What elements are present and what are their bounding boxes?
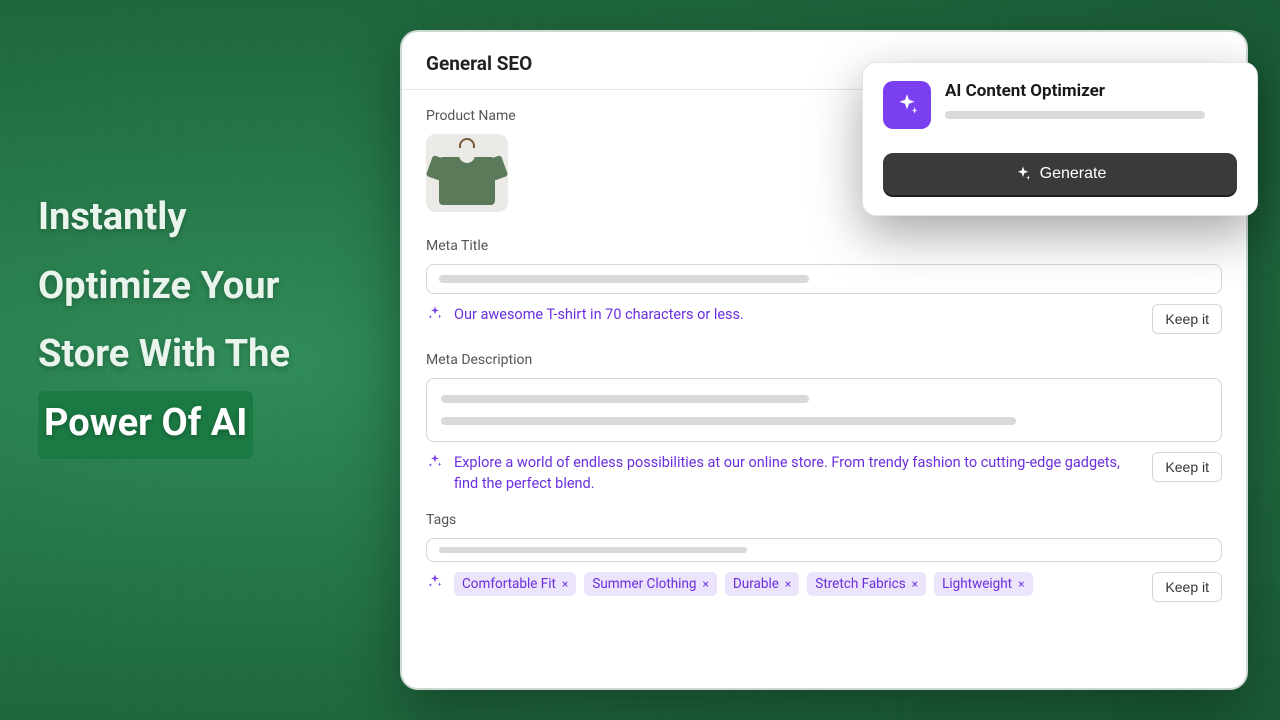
tag-chip-label: Stretch Fabrics: [815, 576, 905, 592]
meta-title-suggestion: Our awesome T-shirt in 70 characters or …: [454, 304, 1142, 325]
sparkle-icon: [426, 304, 444, 322]
tag-chip[interactable]: Lightweight ×: [934, 572, 1032, 596]
headline-highlight: Power Of AI: [38, 391, 253, 460]
headline-line-1: Instantly: [38, 185, 290, 250]
tag-chip[interactable]: Summer Clothing ×: [584, 572, 717, 596]
tag-chip[interactable]: Stretch Fabrics ×: [807, 572, 926, 596]
placeholder-bar: [439, 275, 809, 283]
tags-label: Tags: [426, 512, 1222, 528]
placeholder-bar: [439, 547, 747, 553]
headline-line-4: Power Of AI: [38, 391, 290, 460]
meta-description-suggestion: Explore a world of endless possibilities…: [454, 452, 1142, 494]
tag-chip-label: Summer Clothing: [592, 576, 696, 592]
tshirt-icon: [439, 157, 495, 205]
marketing-headline: Instantly Optimize Your Store With The P…: [38, 185, 290, 463]
generate-button-label: Generate: [1040, 165, 1107, 183]
sparkle-icon: [426, 452, 444, 470]
ai-optimizer-card: AI Content Optimizer Generate: [862, 62, 1258, 216]
keep-tags-button[interactable]: Keep it: [1152, 572, 1222, 602]
placeholder-bar: [441, 417, 1016, 425]
hanger-icon: [459, 138, 475, 148]
tag-chip-list: Comfortable Fit × Summer Clothing × Durable ×…: [454, 572, 1142, 596]
tag-chip[interactable]: Comfortable Fit ×: [454, 572, 576, 596]
tag-chip-label: Lightweight: [942, 576, 1012, 592]
generate-button[interactable]: Generate: [883, 153, 1237, 195]
remove-chip-icon[interactable]: ×: [912, 577, 918, 591]
tag-chip-label: Durable: [733, 576, 779, 592]
seo-panel: General SEO Product Name Meta Title Our …: [400, 30, 1248, 690]
sparkle-icon: [426, 572, 444, 590]
ai-card-title: AI Content Optimizer: [945, 81, 1237, 101]
meta-title-input[interactable]: [426, 264, 1222, 294]
meta-description-label: Meta Description: [426, 352, 1222, 368]
keep-meta-description-button[interactable]: Keep it: [1152, 452, 1222, 482]
remove-chip-icon[interactable]: ×: [562, 577, 568, 591]
tags-input[interactable]: [426, 538, 1222, 562]
meta-title-label: Meta Title: [426, 238, 1222, 254]
remove-chip-icon[interactable]: ×: [1018, 577, 1024, 591]
tag-chip-label: Comfortable Fit: [462, 576, 556, 592]
sparkle-icon: [1014, 165, 1032, 183]
ai-sparkle-icon: [883, 81, 931, 129]
placeholder-bar: [945, 111, 1205, 119]
headline-line-2: Optimize Your: [38, 254, 290, 319]
placeholder-bar: [441, 395, 809, 403]
remove-chip-icon[interactable]: ×: [785, 577, 791, 591]
product-thumbnail[interactable]: [426, 134, 508, 212]
meta-description-input[interactable]: [426, 378, 1222, 442]
headline-line-3: Store With The: [38, 322, 290, 387]
remove-chip-icon[interactable]: ×: [703, 577, 709, 591]
tag-chip[interactable]: Durable ×: [725, 572, 799, 596]
keep-meta-title-button[interactable]: Keep it: [1152, 304, 1222, 334]
